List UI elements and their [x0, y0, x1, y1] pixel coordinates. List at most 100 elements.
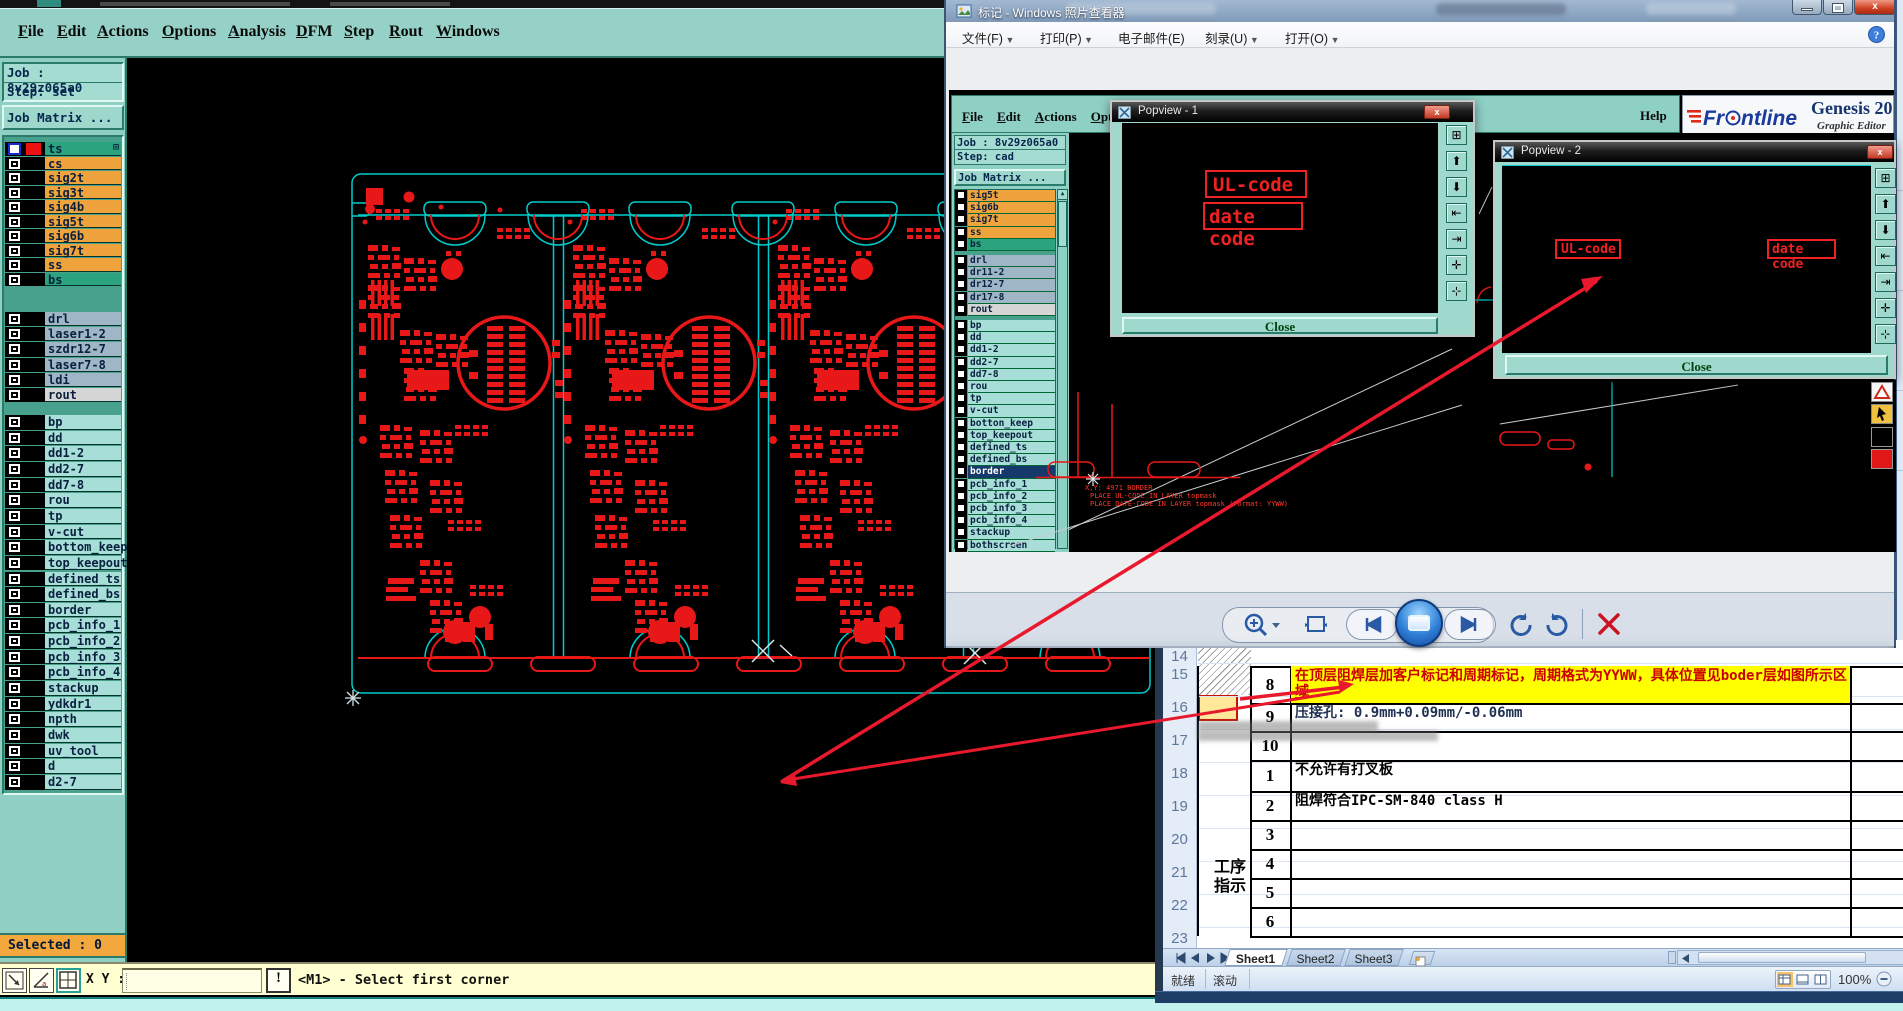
photo-list-scrollbar[interactable]: ▲: [1057, 189, 1068, 549]
photo-layer-row-pcb_info_2[interactable]: pcb_info_2: [955, 490, 1055, 503]
layer-row-bp[interactable]: bp: [5, 415, 121, 431]
layer-row-pcb_info_2[interactable]: pcb_info_2: [5, 634, 121, 650]
zoom-out-button[interactable]: [1876, 971, 1893, 988]
popview-2-close-button[interactable]: Close: [1505, 355, 1888, 375]
layer-checkbox[interactable]: [8, 215, 21, 228]
photo-layer-row-rou[interactable]: rou: [955, 381, 1055, 394]
xy-input[interactable]: [122, 968, 262, 993]
layer-checkbox[interactable]: [8, 729, 21, 741]
layer-row-laser1-2[interactable]: laser1-2: [5, 327, 121, 342]
layer-row-pcb_info_1[interactable]: pcb_info_1: [5, 618, 121, 634]
measure-tool-button[interactable]: a: [29, 968, 54, 993]
photo-layer-checkbox[interactable]: [957, 467, 965, 476]
photo-layer-checkbox[interactable]: [957, 215, 965, 224]
photo-layer-row-sig5t[interactable]: sig5t: [955, 190, 1055, 203]
rotate-cw-button[interactable]: [1544, 612, 1572, 638]
layer-row-dd[interactable]: dd: [5, 430, 121, 447]
layer-row-tp[interactable]: tp: [5, 508, 121, 525]
color-swatch-red[interactable]: [1871, 449, 1893, 469]
layer-checkbox[interactable]: [8, 431, 21, 444]
menu-actions[interactable]: Actions: [97, 23, 149, 41]
popview-tool-6[interactable]: ✛: [1875, 298, 1896, 318]
layer-checkbox[interactable]: [8, 572, 21, 585]
layer-checkbox[interactable]: [8, 666, 21, 679]
excel-row-text[interactable]: [1291, 878, 1850, 907]
layer-checkbox[interactable]: [8, 389, 21, 401]
photo-layer-row-dd[interactable]: dd: [955, 332, 1055, 345]
layer-row-dd7-8[interactable]: dd7-8: [5, 477, 121, 494]
layer-row-drl[interactable]: drl: [5, 312, 121, 327]
layer-row-sig3t[interactable]: sig3t: [5, 185, 121, 201]
photo-layer-checkbox[interactable]: [957, 321, 965, 329]
popview-tool-2[interactable]: ⬆: [1446, 151, 1467, 171]
menu-file[interactable]: File: [18, 23, 44, 41]
layer-row-ldi[interactable]: ldi: [5, 372, 121, 388]
delete-button[interactable]: [1596, 611, 1622, 637]
photo-layer-row-sig6b[interactable]: sig6b: [955, 202, 1055, 215]
photo-layer-row-defined_ts[interactable]: defined_ts: [955, 442, 1055, 455]
grid-tool-button[interactable]: [56, 968, 81, 993]
viewer-menu-3[interactable]: 电子邮件(E): [1118, 28, 1185, 47]
layer-checkbox[interactable]: [8, 697, 21, 710]
photo-layer-checkbox[interactable]: [957, 239, 965, 248]
photo-menu-edit[interactable]: Edit: [997, 109, 1021, 125]
minimize-button[interactable]: [1792, 0, 1822, 15]
layer-checkbox[interactable]: [8, 416, 21, 428]
layer-checkbox[interactable]: [8, 172, 21, 184]
photo-layer-row-bp[interactable]: bp: [955, 320, 1055, 333]
photo-layer-row-rout[interactable]: rout: [955, 303, 1055, 316]
layer-checkbox[interactable]: [8, 328, 21, 341]
excel-row-text[interactable]: 在顶层阻焊层加客户标记和周期标记，周期格式为YYWW，具体位置见boder层如图…: [1291, 666, 1850, 703]
popview-tool-4[interactable]: ⇤: [1446, 203, 1467, 223]
layer-checkbox[interactable]: [8, 259, 21, 271]
layer-checkbox[interactable]: [8, 373, 21, 386]
layer-row-rout[interactable]: rout: [5, 388, 121, 403]
layer-row-szdr12-7[interactable]: szdr12-7: [5, 342, 121, 357]
zoom-level[interactable]: 100%: [1838, 972, 1871, 987]
viewer-menu-2[interactable]: 打印(P) ▼: [1040, 28, 1093, 47]
layer-row-defined_bs[interactable]: defined_bs: [5, 587, 121, 603]
layer-row-pcb_info_3[interactable]: pcb_info_3: [5, 649, 121, 666]
photo-layer-checkbox[interactable]: [957, 528, 965, 537]
photo-job-matrix-button[interactable]: Job Matrix ...: [954, 169, 1066, 186]
photo-layer-row-pcb_info_3[interactable]: pcb_info_3: [955, 503, 1055, 516]
layer-checkbox[interactable]: [8, 230, 21, 242]
sheet-tab-sheet3[interactable]: Sheet3: [1344, 949, 1404, 966]
layer-row-dd1-2[interactable]: dd1-2: [5, 446, 121, 462]
layer-checkbox[interactable]: [8, 588, 21, 601]
row-header-16[interactable]: 16: [1163, 699, 1196, 716]
photo-layer-row-dd7-8[interactable]: dd7-8: [955, 368, 1055, 381]
layer-row-border[interactable]: border: [5, 602, 121, 619]
layer-checkbox[interactable]: [8, 186, 21, 199]
photo-layer-row-dr11-2[interactable]: dr11-2: [955, 267, 1055, 280]
row-header-22[interactable]: 22: [1163, 897, 1196, 914]
popview-tool-5[interactable]: ⇥: [1446, 229, 1467, 249]
popview-tool-1[interactable]: ⊞: [1446, 125, 1467, 145]
layer-row-sig2t[interactable]: sig2t: [5, 171, 121, 186]
layer-row-cs[interactable]: cs: [5, 156, 121, 172]
photo-menu-actions[interactable]: Actions: [1035, 109, 1077, 125]
photo-layer-checkbox[interactable]: [957, 382, 965, 390]
photo-layer-row-bs[interactable]: bs: [955, 238, 1055, 251]
popview-2-close-x[interactable]: x: [1867, 145, 1893, 159]
row-header-19[interactable]: 19: [1163, 798, 1196, 815]
layer-row-top_keepout[interactable]: top_keepout: [5, 555, 127, 572]
photo-layer-checkbox[interactable]: [957, 268, 965, 277]
layer-row-uv_tool[interactable]: uv_tool: [5, 743, 121, 760]
excel-row-text[interactable]: [1291, 849, 1850, 878]
layer-checkbox[interactable]: [8, 744, 21, 757]
layer-checkbox[interactable]: [8, 541, 21, 554]
layer-row-ydkdr1[interactable]: ydkdr1: [5, 696, 121, 713]
layer-checkbox[interactable]: [8, 556, 21, 569]
photo-layer-checkbox[interactable]: [957, 256, 965, 264]
menu-rout[interactable]: Rout: [389, 23, 423, 41]
tabbar-splitter[interactable]: [1668, 951, 1676, 964]
photo-layer-row-dr17-8[interactable]: dr17-8: [955, 291, 1055, 304]
layer-checkbox[interactable]: [8, 525, 21, 538]
popview-tool-7[interactable]: ⊹: [1875, 324, 1896, 344]
popview-1-titlebar[interactable]: Popview - 1 x: [1112, 102, 1473, 122]
layer-row-d[interactable]: d: [5, 759, 121, 775]
photo-layer-checkbox[interactable]: [957, 443, 965, 451]
layer-row-bottom_keep[interactable]: bottom_keep: [5, 540, 127, 556]
photo-layer-checkbox[interactable]: [957, 369, 965, 378]
